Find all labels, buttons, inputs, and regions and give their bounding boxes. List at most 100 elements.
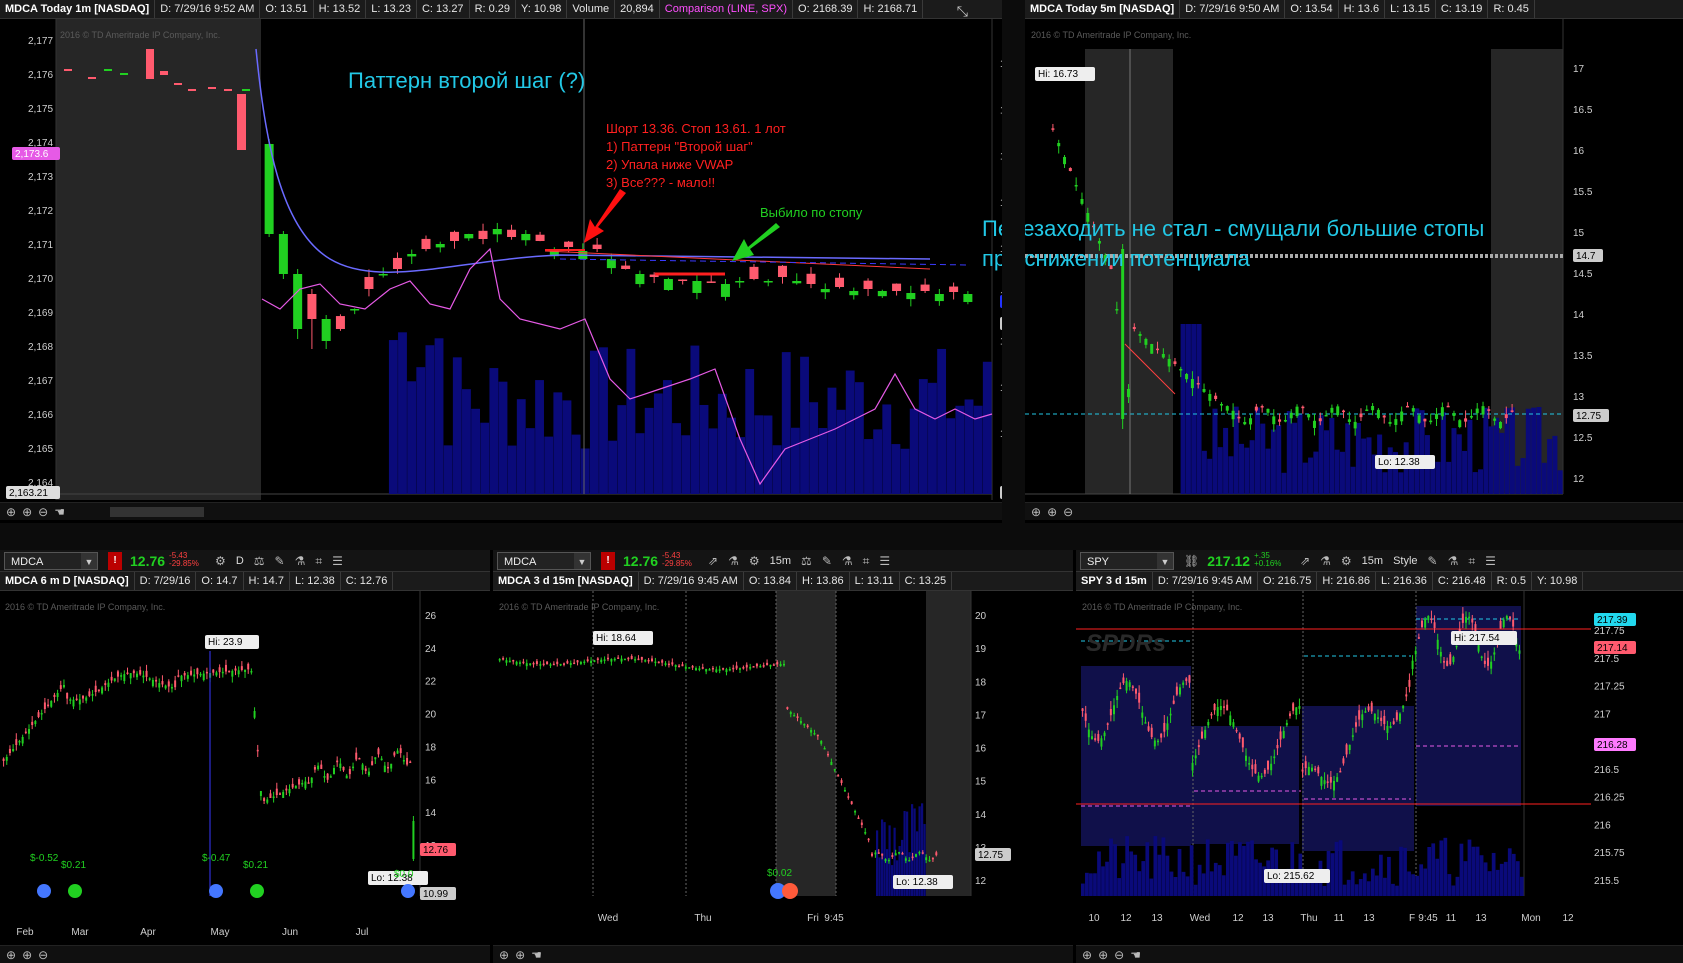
volume-bar: [1292, 422, 1298, 494]
flask-icon[interactable]: ⚗: [728, 552, 739, 570]
drawing-icon[interactable]: ⌗: [315, 552, 322, 570]
candle-candle: [1317, 767, 1320, 774]
share-icon[interactable]: ⇗: [708, 552, 718, 570]
share-icon[interactable]: ⇗: [1300, 552, 1310, 570]
main-chart-canvas[interactable]: 2,1772,1762,1752,1742,1732,1722,1712,170…: [0, 19, 1002, 523]
menu-icon[interactable]: ☰: [1485, 552, 1496, 570]
3d-chart-title[interactable]: MDCA 3 d 15m [NASDAQ]: [493, 572, 639, 590]
symbol-input[interactable]: MDCA ▼: [4, 552, 98, 570]
alert-icon[interactable]: !: [108, 552, 122, 570]
zoom-out-icon[interactable]: ⊖: [1063, 503, 1073, 521]
zoom-out-icon[interactable]: ⊖: [1114, 946, 1124, 963]
volume-bar: [1081, 883, 1085, 896]
flask-icon[interactable]: ⚗: [842, 552, 853, 570]
zoom-in-icon[interactable]: ⊕: [1047, 503, 1057, 521]
candle-candle: [269, 793, 272, 798]
candle-candle: [120, 675, 123, 677]
studies-icon[interactable]: ⚖: [254, 552, 265, 570]
last-price: 12.76: [130, 553, 166, 569]
style-button[interactable]: Style: [1393, 552, 1417, 570]
volume-bar: [1536, 407, 1542, 494]
crosshair-icon[interactable]: ⊕: [6, 946, 16, 963]
zoom-in-icon[interactable]: ⊕: [22, 946, 32, 963]
spy-close: C: 216.48: [1433, 572, 1492, 590]
pencil-icon[interactable]: ✎: [275, 552, 285, 570]
candle-candle: [874, 852, 877, 855]
candle-candle: [1504, 414, 1508, 419]
candle-candle: [282, 792, 285, 798]
volume-bar: [727, 417, 736, 494]
6m-open: O: 14.7: [196, 572, 244, 590]
gear-icon[interactable]: ⚙: [749, 552, 760, 570]
panel-divider[interactable]: [1002, 0, 1025, 523]
6m-chart-canvas[interactable]: 262422201816141212.7610.99Hi: 23.9Lo: 12…: [0, 591, 490, 945]
collapse-icon[interactable]: ⤡: [957, 3, 968, 20]
candle-candle: [1166, 723, 1169, 730]
candle-candle: [1301, 406, 1305, 409]
candle-candle: [174, 680, 177, 688]
symbol-input[interactable]: MDCA ▼: [497, 552, 591, 570]
candle-candle: [1266, 408, 1270, 413]
candle-candle: [1318, 418, 1322, 422]
spy-chart-title[interactable]: SPY 3 d 15m: [1076, 572, 1153, 590]
candle-candle: [803, 724, 806, 726]
menu-icon[interactable]: ☰: [879, 552, 890, 570]
volume-bar: [1541, 462, 1547, 494]
zoom-out-icon[interactable]: ⊖: [38, 946, 48, 963]
zoom-in-icon[interactable]: ⊕: [1098, 946, 1108, 963]
hand-icon[interactable]: ☚: [1130, 946, 1141, 963]
volume-bar: [1085, 872, 1089, 896]
alert-icon[interactable]: !: [601, 552, 615, 570]
hand-icon[interactable]: ☚: [531, 946, 542, 963]
candle-candle: [1191, 762, 1194, 771]
5m-chart-title[interactable]: MDCA Today 5m [NASDAQ]: [1025, 0, 1181, 18]
candle-candle: [777, 265, 787, 277]
candle-candle: [752, 666, 755, 668]
left-axis-bottom: 2,163.21: [9, 488, 48, 499]
crosshair-icon[interactable]: ⊕: [1031, 503, 1041, 521]
menu-icon[interactable]: ☰: [332, 552, 343, 570]
candle-candle: [786, 707, 789, 709]
panel-divider[interactable]: [0, 523, 1683, 550]
hand-icon[interactable]: ☚: [54, 503, 65, 521]
candle-candle: [1063, 157, 1067, 165]
premarket-candle: [242, 89, 250, 91]
flask-icon[interactable]: ⚗: [1320, 552, 1331, 570]
period-button[interactable]: 15m: [1362, 552, 1383, 570]
zoom-in-icon[interactable]: ⊕: [515, 946, 525, 963]
pencil-icon[interactable]: ✎: [822, 552, 832, 570]
candle-candle: [1201, 731, 1203, 739]
crosshair-icon[interactable]: ⊕: [1082, 946, 1092, 963]
period-button[interactable]: D: [236, 552, 244, 570]
candle-candle: [183, 673, 186, 676]
candle-candle: [810, 730, 813, 733]
drawing-icon[interactable]: ⌗: [863, 552, 870, 570]
candle-candle: [1417, 415, 1421, 423]
crosshair-icon[interactable]: ⊕: [499, 946, 509, 963]
zoom-out-icon[interactable]: ⊖: [38, 503, 48, 521]
volume-bar: [1117, 878, 1121, 896]
flask-icon[interactable]: ⚗: [1448, 552, 1459, 570]
link-icon[interactable]: ⛓: [1184, 552, 1199, 570]
drawing-icon[interactable]: ⌗: [1468, 552, 1475, 570]
period-button[interactable]: 15m: [770, 552, 791, 570]
spy-chart-canvas[interactable]: 217.75217.5217.25217216.75216.5216.25216…: [1076, 591, 1683, 945]
flask-icon[interactable]: ⚗: [295, 552, 306, 570]
studies-icon[interactable]: ⚖: [801, 552, 812, 570]
symbol-input[interactable]: SPY ▼: [1080, 552, 1174, 570]
main-chart-title[interactable]: MDCA Today 1m [NASDAQ]: [0, 0, 156, 18]
5m-range: R: 0.45: [1488, 0, 1535, 18]
main-scrollbar[interactable]: [110, 507, 204, 517]
candle-candle: [1202, 389, 1206, 392]
candle-candle: [637, 658, 640, 661]
6m-chart-title[interactable]: MDCA 6 m D [NASDAQ]: [0, 572, 135, 590]
volume-bar: [1169, 871, 1174, 896]
gear-icon[interactable]: ⚙: [1341, 552, 1352, 570]
last-price: 12.76: [623, 553, 659, 569]
premarket-candle: [160, 71, 168, 75]
crosshair-icon[interactable]: ⊕: [6, 503, 16, 521]
gear-icon[interactable]: ⚙: [215, 552, 226, 570]
3d-chart-canvas[interactable]: 20191817161514131212.75Hi: 18.64Lo: 12.3…: [493, 591, 1073, 945]
zoom-in-icon[interactable]: ⊕: [22, 503, 32, 521]
pencil-icon[interactable]: ✎: [1428, 552, 1438, 570]
